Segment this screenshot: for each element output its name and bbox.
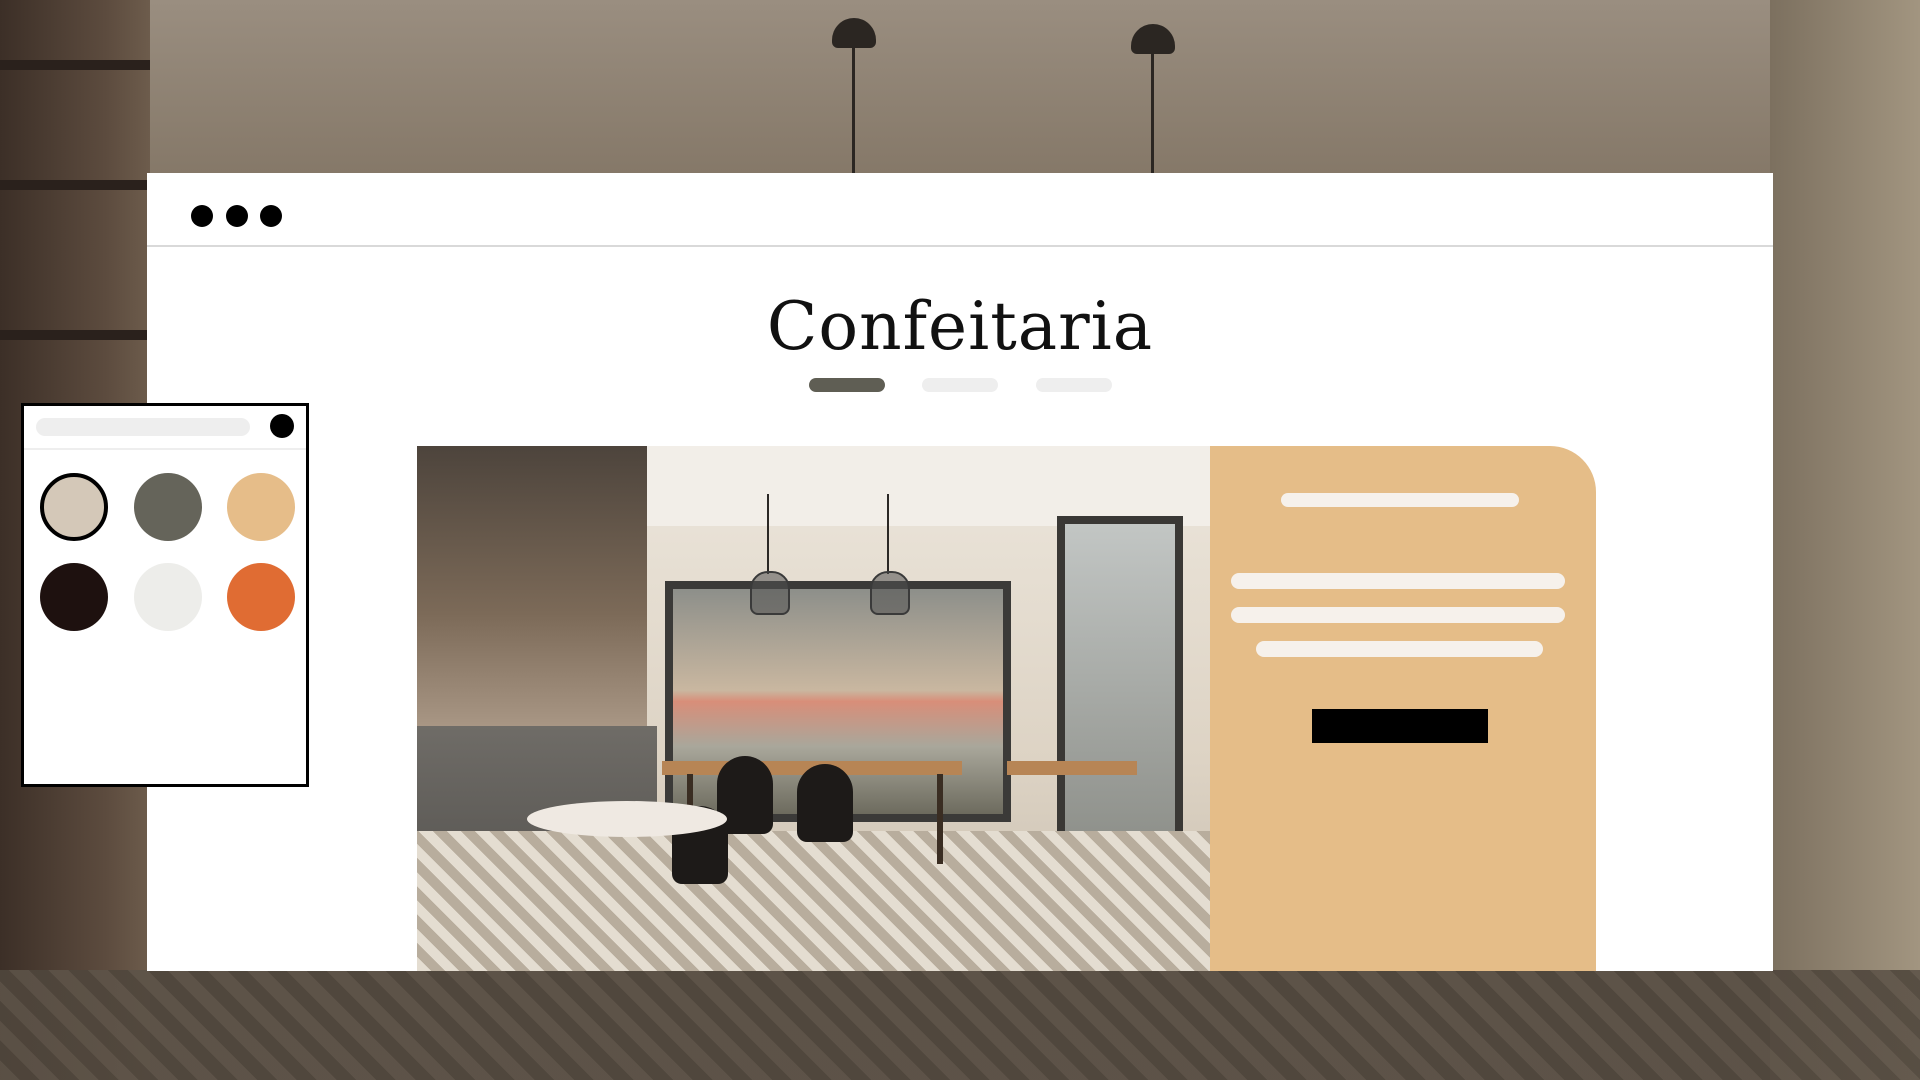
nav-tab[interactable] xyxy=(922,378,998,392)
backdrop-shelf xyxy=(0,180,150,190)
backdrop-ceiling xyxy=(0,0,1920,175)
card-text-line xyxy=(1256,641,1543,657)
nav-tab-active[interactable] xyxy=(809,378,885,392)
info-card xyxy=(1210,446,1596,971)
backdrop-shelf xyxy=(0,330,150,340)
hero-image xyxy=(417,446,1217,971)
divider xyxy=(24,448,306,450)
window-dot[interactable] xyxy=(260,205,282,227)
hero-side-window xyxy=(1057,516,1183,862)
backdrop-right-wall xyxy=(1770,0,1920,1080)
hero-shelves xyxy=(417,446,647,726)
color-swatch-off-white[interactable] xyxy=(134,563,202,631)
pendant-lamp-icon xyxy=(750,571,790,615)
backdrop-shelf xyxy=(0,60,150,70)
card-text-line xyxy=(1231,573,1565,589)
palette-search-bar[interactable] xyxy=(36,418,250,436)
window-dot[interactable] xyxy=(226,205,248,227)
table-leg xyxy=(937,774,943,864)
hero-side-table xyxy=(1007,761,1137,775)
page-title: Confeitaria xyxy=(766,288,1154,365)
window-titlebar xyxy=(147,173,1773,247)
pendant-lamp-icon xyxy=(870,571,910,615)
color-swatch-olive-gray[interactable] xyxy=(134,473,202,541)
hero-round-table xyxy=(527,801,727,837)
backdrop-floor xyxy=(0,970,1920,1080)
pendant-cord xyxy=(852,30,855,175)
card-text-line xyxy=(1231,607,1565,623)
close-icon[interactable] xyxy=(270,414,294,438)
color-palette-panel xyxy=(21,403,309,787)
hero-floor xyxy=(417,831,1217,971)
browser-window: Confeitaria xyxy=(147,173,1773,971)
chair-icon xyxy=(797,764,853,842)
nav-tab[interactable] xyxy=(1036,378,1112,392)
color-swatch-espresso[interactable] xyxy=(40,563,108,631)
cta-button[interactable] xyxy=(1312,709,1488,743)
color-swatch-tan[interactable] xyxy=(227,473,295,541)
lamp-cord xyxy=(767,494,769,574)
card-heading-placeholder xyxy=(1281,493,1519,507)
lamp-cord xyxy=(887,494,889,574)
color-swatch-orange[interactable] xyxy=(227,563,295,631)
color-swatch-beige[interactable] xyxy=(40,473,108,541)
window-dot[interactable] xyxy=(191,205,213,227)
